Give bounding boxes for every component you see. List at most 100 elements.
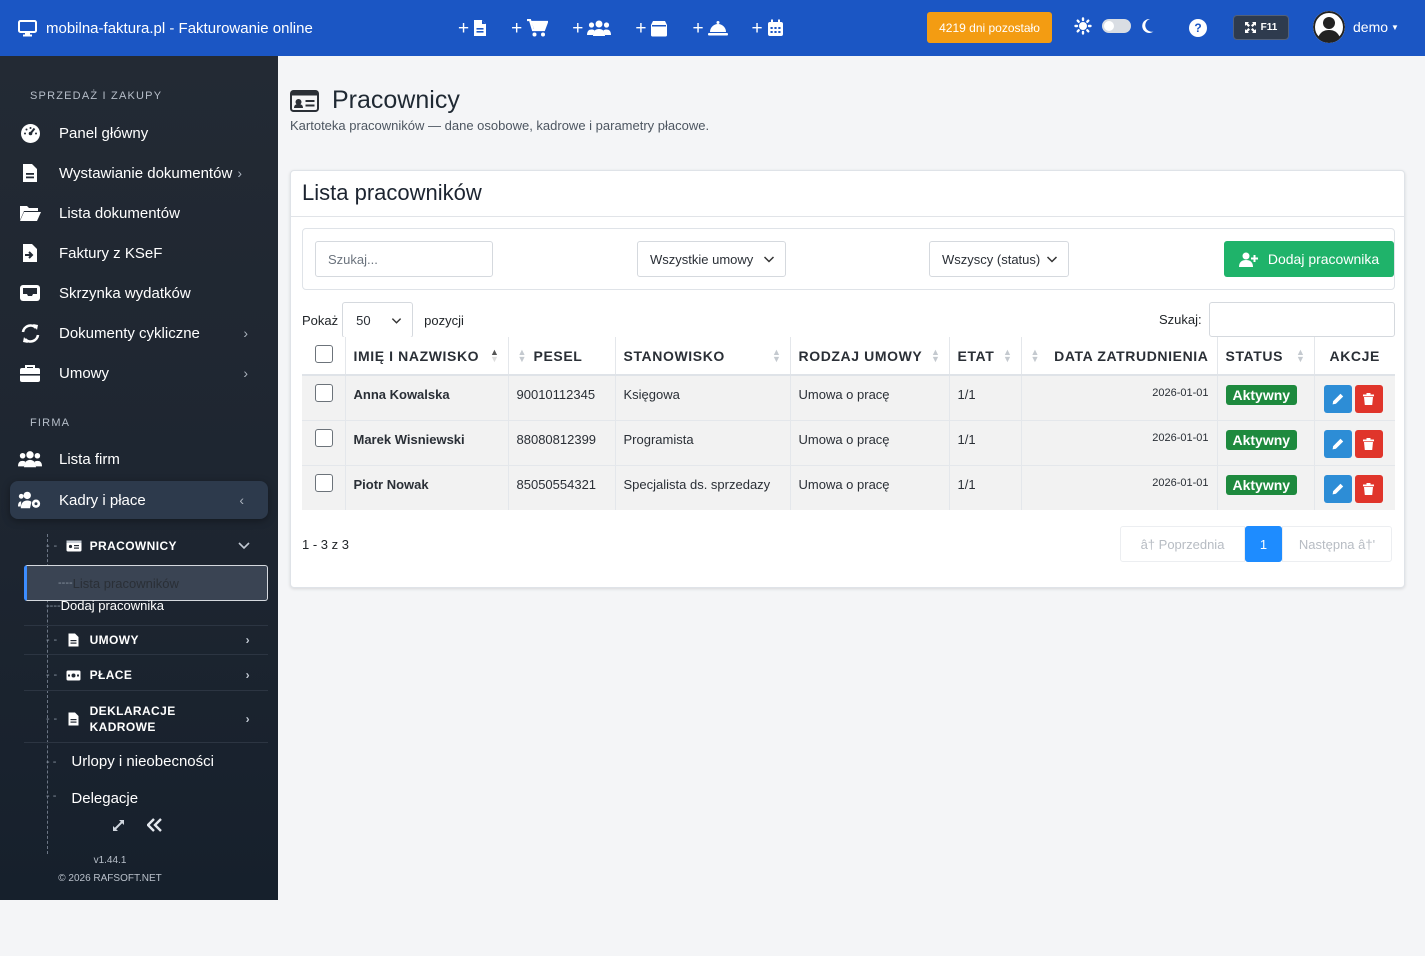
divider [291,216,1404,217]
license-days-badge[interactable]: 4219 dni pozostało [927,12,1052,43]
sort-asc-icon: ▲ ▼ [489,347,500,364]
select-all-checkbox[interactable] [315,345,333,363]
cell-name[interactable]: Marek Wisniewski [345,419,509,465]
select-value: Wszyscy (status) [942,251,1041,267]
status-filter-select[interactable]: Wszyscy (status) [929,241,1069,277]
entries-label: pozycji [424,312,464,328]
help-button[interactable]: ? [1189,19,1207,37]
cell-pesel: 90010112345 [508,374,616,420]
sidebar-item-company-list[interactable]: Lista firm [18,439,268,479]
delete-button[interactable] [1354,429,1383,458]
sort-icon: ▲ ▼ [517,347,528,364]
sidebar-item-document-list[interactable]: Lista dokumentów [18,193,268,233]
sidebar-item-label: Wystawianie dokumentów [59,164,233,182]
sidebar-item-hr-payroll[interactable]: Kadry i płace ‹ [10,481,268,519]
submenu-contracts[interactable]: - - UMOWY › [24,628,268,652]
table-row: Anna Kowalska 90010112345 Księgowa Umowa… [302,374,1395,420]
cell-name[interactable]: Anna Kowalska [345,374,509,420]
tree-dash: - - [46,634,58,646]
trash-icon [1363,482,1375,495]
row-checkbox[interactable] [315,473,333,492]
cell-hire-date: 2026-01-01 [1021,419,1218,465]
employee-list-card: Lista pracowników Szukaj... Wszystkie um… [290,170,1405,588]
sidebar-item-issue-documents[interactable]: Wystawianie dokumentów › [18,153,268,193]
cart-icon [527,19,549,37]
cell-contract: Umowa o pracę [790,374,950,420]
add-event-button[interactable]: + [752,14,784,42]
user-menu[interactable]: demo ▼ [1313,11,1399,43]
add-product-button[interactable]: + [635,14,668,42]
cell-etat: 1/1 [949,374,1022,420]
add-contractor-button[interactable]: + [572,14,612,42]
edit-button[interactable] [1323,474,1352,503]
chevron-right-icon: › [243,365,248,381]
page-title: Pracownicy [332,86,460,114]
chevron-down-icon [1046,256,1058,263]
sidebar-item-contracts[interactable]: Umowy › [18,353,268,393]
row-checkbox[interactable] [315,384,333,402]
fullscreen-button[interactable]: F11 [1233,15,1289,40]
sidebar-item-ksef-invoices[interactable]: Faktury z KSeF [18,233,268,273]
column-header-etat[interactable]: ETAT ▲ ▼ [949,337,1022,376]
prev-page-button[interactable]: â† Poprzednia [1120,526,1245,562]
row-checkbox[interactable] [315,428,333,447]
collapse-sidebar-icon[interactable] [147,818,163,832]
brand[interactable]: mobilna-faktura.pl - Fakturowanie online [18,19,313,37]
column-header-name[interactable]: IMIĘ I NAZWISKO ▲ ▼ [345,337,509,376]
column-header-hire-date[interactable]: ▲ ▼ DATA ZATRUDNIENIA [1021,337,1218,376]
page-length-control: Pokaż 50 pozycji [302,302,464,338]
theme-toggle[interactable] [1102,19,1131,33]
sidebar-item-expense-inbox[interactable]: Skrzynka wydatków [18,273,268,313]
id-card-icon [66,540,82,552]
column-header-position[interactable]: STANOWISKO ▲ ▼ [615,337,791,376]
submenu-employees[interactable]: - - PRACOWNICY [24,534,268,558]
column-header-pesel[interactable]: ▲ ▼ PESEL [508,337,616,376]
column-header-status[interactable]: STATUS ▲ ▼ [1217,337,1315,376]
search-input[interactable]: Szukaj... [315,241,493,277]
column-label: AKCJE [1329,347,1380,364]
cell-hire-date: 2026-01-01 [1021,464,1218,510]
sidebar-subitem-add-employee[interactable]: ---- Dodaj pracownika [24,592,268,619]
avatar [1313,11,1345,43]
page-subtitle: Kartoteka pracowników — dane osobowe, ka… [290,118,710,133]
table-search-input[interactable] [1209,302,1395,337]
app-version: v1.44.1 [93,855,127,866]
add-purchase-button[interactable]: + [511,14,549,42]
plus-icon: + [572,17,584,39]
next-page-button[interactable]: Następna â†' [1282,526,1392,562]
edit-button[interactable] [1323,429,1352,458]
column-label: IMIĘ I NAZWISKO [353,347,480,364]
add-service-button[interactable]: + [692,14,728,42]
sort-icon: ▲ ▼ [1295,347,1306,364]
column-label: PESEL [533,347,583,364]
chevron-right-icon: › [237,165,242,181]
edit-button[interactable] [1323,385,1352,413]
pencil-icon [1332,393,1343,405]
expand-icon[interactable] [112,819,125,832]
sidebar-subitem-leave[interactable]: - - Urlopy i nieobecności [24,748,268,775]
leaf-label: Delegacje [71,790,139,807]
delete-button[interactable] [1354,474,1383,503]
contract-filter-select[interactable]: Wszystkie umowy [637,241,786,277]
sidebar-subitem-business-trips[interactable]: - - Delegacje [24,786,268,808]
add-employee-button[interactable]: Dodaj pracownika [1224,241,1394,277]
page-title-row: Pracownicy [290,86,709,115]
submenu-payroll[interactable]: - - PŁACE › [24,663,268,687]
page-length-select[interactable]: 50 [342,302,414,338]
submenu-hr-declarations[interactable]: - - DEKLARACJE KADROWE › [24,701,268,737]
sidebar-item-recurring-documents[interactable]: Dokumenty cykliczne › [18,313,268,353]
delete-button[interactable] [1354,385,1383,413]
sort-icon: ▲ ▼ [1002,347,1013,364]
page-1-button[interactable]: 1 [1245,526,1282,562]
cell-name[interactable]: Piotr Nowak [345,464,509,510]
copyright: © 2026 RAFSOFT.NET [58,873,162,884]
plus-icon: + [692,17,704,39]
add-invoice-button[interactable]: + [458,14,487,42]
leaf-label: Lista pracowników [72,575,179,591]
inbox-icon [20,285,40,301]
sidebar-item-dashboard[interactable]: Panel główny [18,113,268,153]
cell-contract: Umowa o pracę [790,464,950,510]
submenu-label: PRACOWNICY [89,539,177,553]
money-bill-icon [66,670,81,680]
column-header-contract-type[interactable]: RODZAJ UMOWY ▲ ▼ [790,337,950,376]
